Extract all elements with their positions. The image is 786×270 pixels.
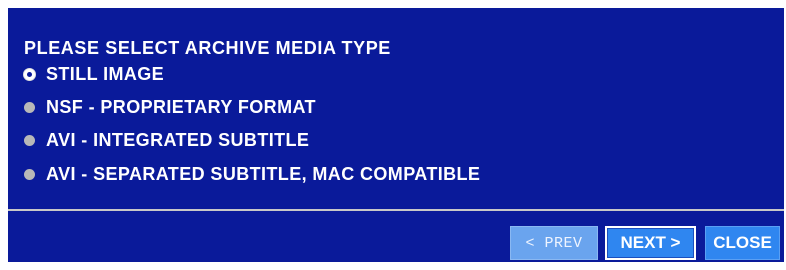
- option-still-image[interactable]: STILL IMAGE: [24, 65, 164, 83]
- radio-selected-icon[interactable]: [24, 68, 35, 80]
- option-label: AVI - SEPARATED SUBTITLE, MAC COMPATIBLE: [46, 164, 481, 184]
- radio-unselected-icon[interactable]: [24, 134, 35, 146]
- archive-media-type-dialog: PLEASE SELECT ARCHIVE MEDIA TYPE STILL I…: [8, 8, 784, 262]
- dialog-title: PLEASE SELECT ARCHIVE MEDIA TYPE: [24, 38, 391, 58]
- option-nsf-proprietary-format[interactable]: NSF - PROPRIETARY FORMAT: [24, 98, 316, 116]
- prev-button[interactable]: < PREV: [510, 226, 598, 260]
- divider: [8, 209, 784, 211]
- option-label: STILL IMAGE: [46, 64, 165, 84]
- option-avi-separated-subtitle[interactable]: AVI - SEPARATED SUBTITLE, MAC COMPATIBLE: [24, 165, 480, 183]
- option-avi-integrated-subtitle[interactable]: AVI - INTEGRATED SUBTITLE: [24, 131, 309, 149]
- radio-unselected-icon[interactable]: [24, 168, 35, 180]
- next-button[interactable]: NEXT >: [605, 226, 696, 260]
- radio-unselected-icon[interactable]: [24, 101, 35, 113]
- option-label: NSF - PROPRIETARY FORMAT: [46, 97, 316, 117]
- close-button[interactable]: CLOSE: [705, 226, 780, 260]
- option-label: AVI - INTEGRATED SUBTITLE: [46, 130, 310, 150]
